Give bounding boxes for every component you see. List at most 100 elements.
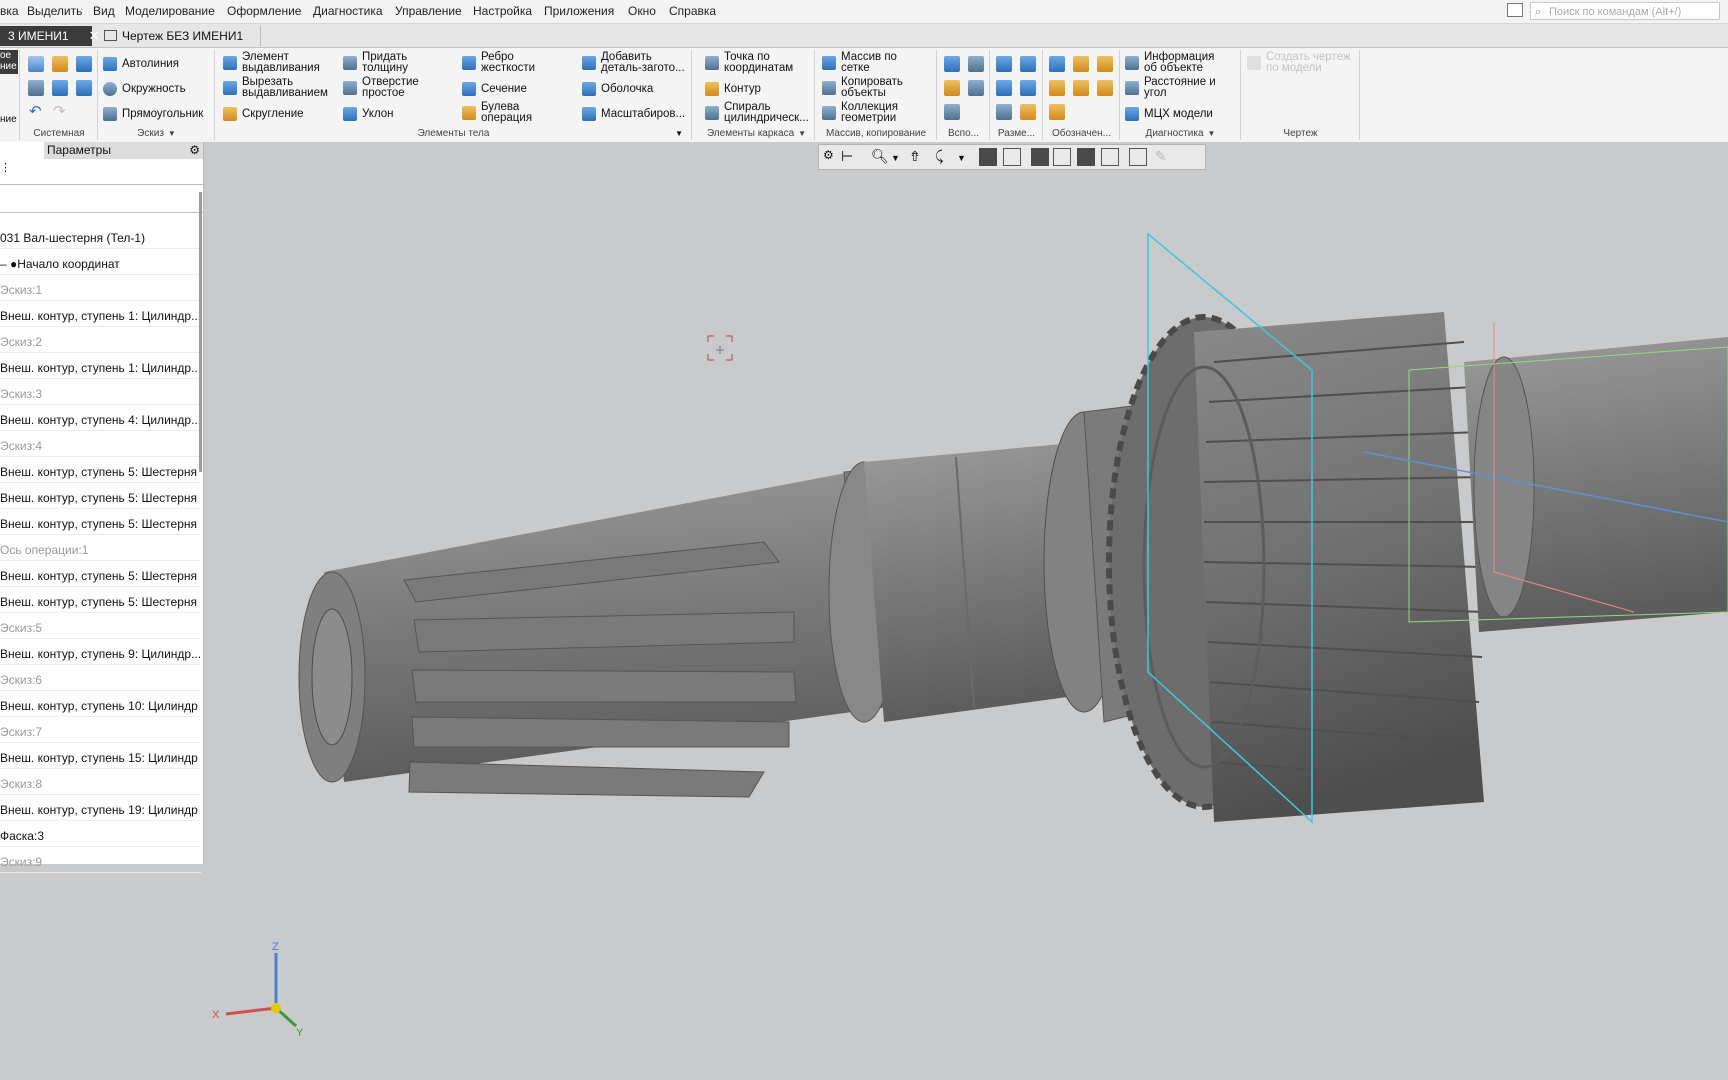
scale-button[interactable]: Масштабиров... (582, 103, 685, 125)
point-coords-button[interactable]: Точка по координатам (705, 50, 814, 76)
menu-file[interactable]: вка (0, 4, 19, 18)
create-drawing-button[interactable]: Создать чертеж по модели (1247, 50, 1356, 76)
chevron-down-icon[interactable]: ▼ (1208, 129, 1216, 138)
menu-diagnostics[interactable]: Диагностика (313, 4, 383, 18)
tolerance-icon[interactable] (1049, 80, 1065, 96)
chevron-down-icon[interactable]: ▼ (891, 153, 909, 171)
edit-dim-icon[interactable] (1020, 104, 1036, 120)
draft-button[interactable]: Уклон (343, 103, 394, 125)
tree-item[interactable]: Внеш. контур, ступень 9: Цилиндр... (0, 643, 201, 665)
pan-icon[interactable]: ⇮ (909, 148, 927, 166)
add-part-button[interactable]: Добавить деталь-загото... (582, 50, 695, 76)
offset-plane-icon[interactable] (944, 80, 960, 96)
tree-item[interactable]: Внеш. контур, ступень 15: Цилиндр (0, 747, 201, 769)
tree-item-sketch[interactable]: Эскиз:1 (0, 279, 201, 301)
command-search-input[interactable]: ⌕ Поиск по командам (Alt+/) (1530, 2, 1720, 20)
weld-icon[interactable] (1049, 104, 1065, 120)
tree-item-sketch[interactable]: Ось операции:1 (0, 539, 201, 561)
edit-icon[interactable]: ✎ (1155, 148, 1173, 166)
tree-item[interactable]: Внеш. контур, ступень 5: Шестерня (0, 591, 201, 613)
tree-item[interactable]: Внеш. контур, ступень 5: Шестерня (0, 487, 201, 509)
tree-item[interactable]: Внеш. контур, ступень 10: Цилиндр (0, 695, 201, 717)
tree-item[interactable]: Внеш. контур, ступень 4: Цилиндр... (0, 409, 201, 431)
panel-menu-icon[interactable]: ⋮ (0, 161, 11, 174)
position-icon[interactable] (1097, 80, 1113, 96)
filter-icon[interactable]: ⚙ (823, 148, 841, 166)
cut-extrude-button[interactable]: Вырезать выдавливанием (223, 75, 334, 101)
distance-angle-button[interactable]: Расстояние и угол (1125, 75, 1224, 101)
tree-item[interactable]: Внеш. контур, ступень 5: Шестерня (0, 513, 201, 535)
print-icon[interactable] (28, 80, 44, 96)
fillet-button[interactable]: Скругление (223, 103, 304, 125)
new-file-icon[interactable] (28, 56, 44, 72)
orientation-view-icon[interactable] (1031, 148, 1049, 166)
base-icon[interactable] (1097, 56, 1113, 72)
linear-dim-icon[interactable] (996, 56, 1012, 72)
hole-button[interactable]: Отверстие простое (343, 75, 432, 101)
undo-icon[interactable]: ↶ (29, 102, 42, 120)
menu-help[interactable]: Справка (669, 4, 716, 18)
tree-item-sketch[interactable]: Эскиз:9 (0, 851, 201, 873)
autoline-button[interactable]: Автолиния (103, 53, 179, 75)
chevron-down-icon[interactable]: ▼ (675, 129, 683, 138)
open-folder-icon[interactable] (52, 56, 68, 72)
mark-icon[interactable] (1073, 80, 1089, 96)
chevron-down-icon[interactable]: ▼ (168, 129, 176, 138)
line-icon[interactable] (944, 104, 960, 120)
tree-item-sketch[interactable]: Эскиз:2 (0, 331, 201, 353)
menu-window[interactable]: Окно (628, 4, 656, 18)
extrude-button[interactable]: Элемент выдавливания (223, 50, 330, 76)
shaded-view-icon[interactable] (979, 148, 997, 166)
save-as-icon[interactable] (76, 80, 92, 96)
auto-dim-icon[interactable] (996, 104, 1012, 120)
menu-view[interactable]: Вид (93, 4, 115, 18)
tree-scrollbar[interactable] (199, 192, 202, 472)
tree-item-sketch[interactable]: Эскиз:3 (0, 383, 201, 405)
section-button[interactable]: Сечение (462, 78, 527, 100)
wireframe-view-icon[interactable] (1003, 148, 1021, 166)
tree-item[interactable]: Фаска:3 (0, 825, 201, 847)
tab-model[interactable]: 3 ИМЕНИ1 ✕ (0, 26, 100, 46)
menu-design[interactable]: Оформление (227, 4, 301, 18)
redo-icon[interactable]: ↷ (53, 102, 66, 120)
geometry-collection-button[interactable]: Коллекция геометрии (822, 100, 911, 126)
plane-icon[interactable] (944, 56, 960, 72)
object-info-button[interactable]: Информация об объекте (1125, 50, 1224, 76)
shell-button[interactable]: Оболочка (582, 78, 653, 100)
tab-drawing[interactable]: Чертеж БЕЗ ИМЕНИ1 (96, 26, 261, 46)
rib-button[interactable]: Ребро жесткости (462, 50, 545, 76)
tree-item[interactable]: Внеш. контур, ступень 1: Цилиндр... (0, 357, 201, 379)
tree-item[interactable]: – ●Начало координат (0, 253, 201, 275)
axis-icon[interactable] (968, 56, 984, 72)
section-view-icon[interactable] (1053, 148, 1071, 166)
diameter-dim-icon[interactable] (1020, 56, 1036, 72)
tree-item[interactable]: Внеш. контур, ступень 5: Шестерня (0, 565, 201, 587)
zoom-icon[interactable]: 🔍︎ (871, 148, 889, 166)
menu-settings[interactable]: Настройка (473, 4, 532, 18)
tree-item[interactable]: Внеш. контур, ступень 19: Цилиндр (0, 799, 201, 821)
boolean-button[interactable]: Булева операция (462, 100, 545, 126)
contour-button[interactable]: Контур (705, 78, 761, 100)
menu-manage[interactable]: Управление (395, 4, 462, 18)
leader-icon[interactable] (1049, 56, 1065, 72)
save-icon[interactable] (76, 56, 92, 72)
chevron-down-icon[interactable]: ▼ (957, 153, 975, 171)
new-document-button[interactable]: ое ние (0, 50, 18, 74)
copy-objects-button[interactable]: Копировать объекты (822, 75, 911, 101)
helix-button[interactable]: Спираль цилиндрическ... (705, 100, 818, 126)
tree-item[interactable]: Внеш. контур, ступень 1: Цилиндр... (0, 305, 201, 327)
visibility-icon[interactable] (1129, 148, 1147, 166)
tree-item-sketch[interactable]: Эскиз:4 (0, 435, 201, 457)
hide-view-icon[interactable] (1077, 148, 1095, 166)
3d-viewport[interactable] (204, 142, 1728, 1080)
menu-modeling[interactable]: Моделирование (125, 4, 215, 18)
orient-icon[interactable]: ⊢ (841, 148, 859, 166)
lcs-icon[interactable] (968, 80, 984, 96)
menu-select[interactable]: Выделить (27, 4, 82, 18)
tree-item-sketch[interactable]: Эскиз:5 (0, 617, 201, 639)
tree-item[interactable]: Внеш. контур, ступень 5: Шестерня (0, 461, 201, 483)
tree-item[interactable]: 031 Вал-шестерня (Тел-1) (0, 227, 201, 249)
thicken-button[interactable]: Придать толщину (343, 50, 432, 76)
perspective-icon[interactable] (1101, 148, 1119, 166)
tree-item-sketch[interactable]: Эскиз:7 (0, 721, 201, 743)
